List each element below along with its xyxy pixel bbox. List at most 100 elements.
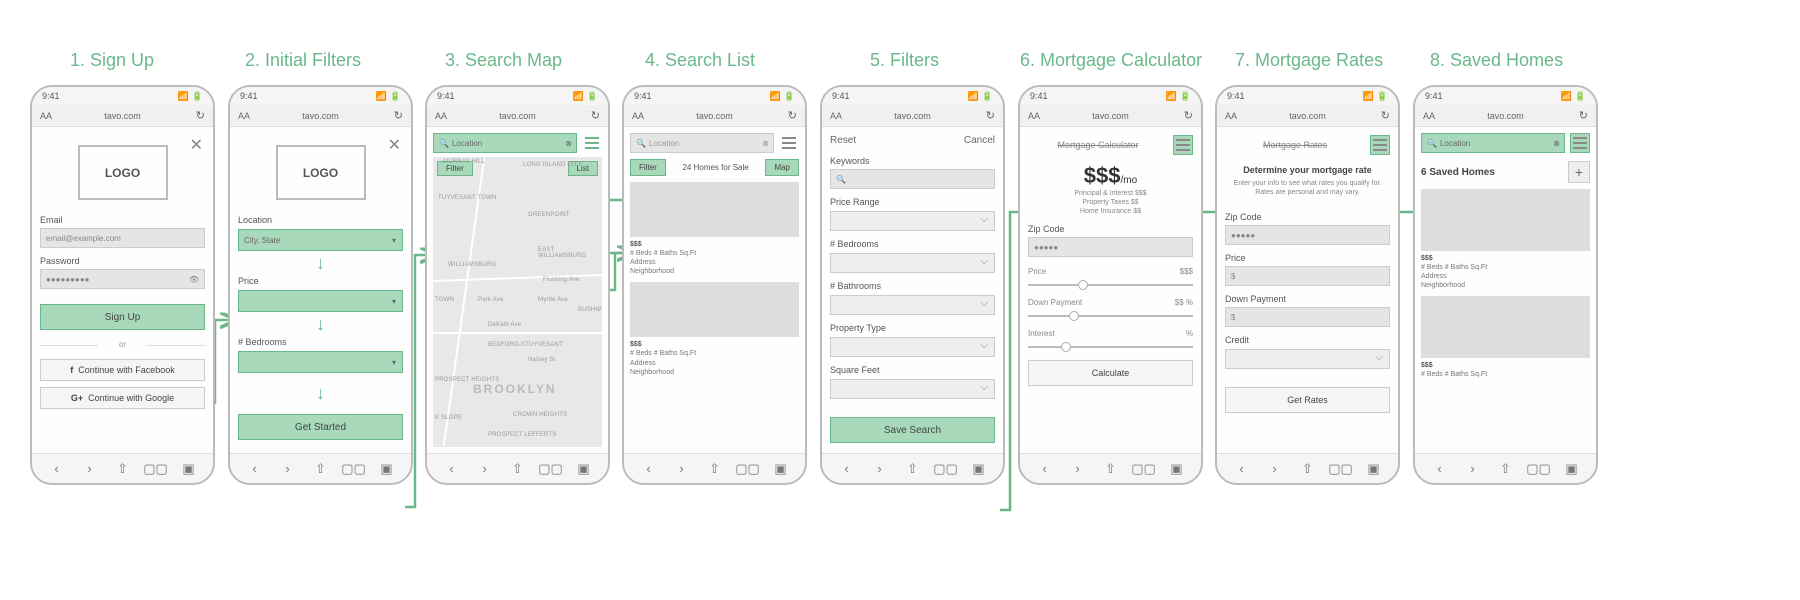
password-field[interactable]: ●●●●●●●●● 👁 bbox=[40, 269, 205, 289]
bathrooms-select[interactable] bbox=[830, 295, 995, 315]
clear-icon[interactable]: ⊗ bbox=[762, 139, 769, 148]
share-icon[interactable]: ⇧ bbox=[313, 461, 329, 477]
forward-icon[interactable]: › bbox=[872, 461, 888, 477]
forward-icon[interactable]: › bbox=[674, 461, 690, 477]
get-rates-button[interactable]: Get Rates bbox=[1225, 387, 1390, 413]
forward-icon[interactable]: › bbox=[82, 461, 98, 477]
menu-icon[interactable] bbox=[582, 133, 602, 153]
bookmarks-icon[interactable]: ▢▢ bbox=[1531, 461, 1547, 477]
bookmarks-icon[interactable]: ▢▢ bbox=[740, 461, 756, 477]
square-feet-select[interactable] bbox=[830, 379, 995, 399]
price-field[interactable]: $ bbox=[1225, 266, 1390, 286]
signup-button[interactable]: Sign Up bbox=[40, 304, 205, 330]
listing-card[interactable] bbox=[1421, 189, 1590, 251]
bedrooms-select[interactable] bbox=[830, 253, 995, 273]
menu-icon[interactable] bbox=[1570, 133, 1590, 153]
location-search[interactable]: 🔍Location⊗ bbox=[433, 133, 577, 153]
forward-icon[interactable]: › bbox=[1465, 461, 1481, 477]
clear-icon[interactable]: ⊗ bbox=[565, 139, 572, 148]
back-icon[interactable]: ‹ bbox=[247, 461, 263, 477]
location-search[interactable]: 🔍Location⊗ bbox=[630, 133, 774, 153]
share-icon[interactable]: ⇧ bbox=[1498, 461, 1514, 477]
location-search[interactable]: 🔍Location⊗ bbox=[1421, 133, 1565, 153]
calculate-button[interactable]: Calculate bbox=[1028, 360, 1193, 386]
bookmarks-icon[interactable]: ▢▢ bbox=[543, 461, 559, 477]
refresh-icon[interactable]: ↻ bbox=[1381, 109, 1390, 122]
back-icon[interactable]: ‹ bbox=[641, 461, 657, 477]
map-view[interactable]: Filter List MURRAY HILL LONG ISLAND CITY… bbox=[433, 157, 602, 447]
zip-field[interactable]: ●●●●● bbox=[1028, 237, 1193, 257]
add-button[interactable]: + bbox=[1568, 161, 1590, 183]
cancel-button[interactable]: Cancel bbox=[964, 135, 995, 146]
url-bar[interactable]: AAtavo.com↻ bbox=[230, 105, 411, 127]
tabs-icon[interactable]: ▣ bbox=[181, 461, 197, 477]
url-bar[interactable]: AAtavo.com↻ bbox=[1020, 105, 1201, 127]
share-icon[interactable]: ⇧ bbox=[1103, 461, 1119, 477]
tabs-icon[interactable]: ▣ bbox=[1366, 461, 1382, 477]
back-icon[interactable]: ‹ bbox=[1432, 461, 1448, 477]
bookmarks-icon[interactable]: ▢▢ bbox=[148, 461, 164, 477]
bookmarks-icon[interactable]: ▢▢ bbox=[938, 461, 954, 477]
share-icon[interactable]: ⇧ bbox=[1300, 461, 1316, 477]
interest-slider[interactable] bbox=[1028, 346, 1193, 348]
share-icon[interactable]: ⇧ bbox=[115, 461, 131, 477]
listing-card[interactable] bbox=[630, 282, 799, 337]
url-bar[interactable]: AAtavo.com↻ bbox=[427, 105, 608, 127]
forward-icon[interactable]: › bbox=[477, 461, 493, 477]
get-started-button[interactable]: Get Started bbox=[238, 414, 403, 440]
tabs-icon[interactable]: ▣ bbox=[1564, 461, 1580, 477]
price-range-select[interactable] bbox=[830, 211, 995, 231]
bedrooms-dropdown[interactable] bbox=[238, 351, 403, 373]
back-icon[interactable]: ‹ bbox=[839, 461, 855, 477]
back-icon[interactable]: ‹ bbox=[1234, 461, 1250, 477]
clear-icon[interactable]: ⊗ bbox=[1553, 139, 1560, 148]
menu-icon[interactable] bbox=[1370, 135, 1390, 155]
facebook-button[interactable]: fContinue with Facebook bbox=[40, 359, 205, 381]
listing-card[interactable] bbox=[1421, 296, 1590, 358]
bookmarks-icon[interactable]: ▢▢ bbox=[346, 461, 362, 477]
zip-field[interactable]: ●●●●● bbox=[1225, 225, 1390, 245]
menu-icon[interactable] bbox=[1173, 135, 1193, 155]
keywords-field[interactable]: 🔍 bbox=[830, 169, 995, 189]
close-icon[interactable]: ✕ bbox=[190, 135, 203, 155]
save-search-button[interactable]: Save Search bbox=[830, 417, 995, 443]
property-type-select[interactable] bbox=[830, 337, 995, 357]
back-icon[interactable]: ‹ bbox=[1037, 461, 1053, 477]
location-dropdown[interactable]: City, State bbox=[238, 229, 403, 251]
google-button[interactable]: G+Continue with Google bbox=[40, 387, 205, 409]
url-bar[interactable]: AAtavo.com↻ bbox=[1415, 105, 1596, 127]
back-icon[interactable]: ‹ bbox=[49, 461, 65, 477]
refresh-icon[interactable]: ↻ bbox=[1184, 109, 1193, 122]
down-slider[interactable] bbox=[1028, 315, 1193, 317]
tabs-icon[interactable]: ▣ bbox=[971, 461, 987, 477]
refresh-icon[interactable]: ↻ bbox=[788, 109, 797, 122]
refresh-icon[interactable]: ↻ bbox=[1579, 109, 1588, 122]
price-slider[interactable] bbox=[1028, 284, 1193, 286]
credit-select[interactable] bbox=[1225, 349, 1390, 369]
tabs-icon[interactable]: ▣ bbox=[379, 461, 395, 477]
url-bar[interactable]: AAtavo.com↻ bbox=[1217, 105, 1398, 127]
email-field[interactable]: email@example.com bbox=[40, 228, 205, 248]
price-dropdown[interactable] bbox=[238, 290, 403, 312]
share-icon[interactable]: ⇧ bbox=[510, 461, 526, 477]
tabs-icon[interactable]: ▣ bbox=[773, 461, 789, 477]
bookmarks-icon[interactable]: ▢▢ bbox=[1136, 461, 1152, 477]
bookmarks-icon[interactable]: ▢▢ bbox=[1333, 461, 1349, 477]
forward-icon[interactable]: › bbox=[1267, 461, 1283, 477]
url-bar[interactable]: AAtavo.com↻ bbox=[822, 105, 1003, 127]
back-icon[interactable]: ‹ bbox=[444, 461, 460, 477]
share-icon[interactable]: ⇧ bbox=[707, 461, 723, 477]
filter-chip[interactable]: Filter bbox=[630, 159, 666, 176]
listing-card[interactable] bbox=[630, 182, 799, 237]
refresh-icon[interactable]: ↻ bbox=[986, 109, 995, 122]
eye-icon[interactable]: 👁 bbox=[189, 275, 199, 284]
tabs-icon[interactable]: ▣ bbox=[576, 461, 592, 477]
forward-icon[interactable]: › bbox=[1070, 461, 1086, 477]
refresh-icon[interactable]: ↻ bbox=[196, 109, 205, 122]
reset-button[interactable]: Reset bbox=[830, 135, 856, 146]
url-bar[interactable]: AA tavo.com ↻ bbox=[32, 105, 213, 127]
menu-icon[interactable] bbox=[779, 133, 799, 153]
forward-icon[interactable]: › bbox=[280, 461, 296, 477]
tabs-icon[interactable]: ▣ bbox=[1169, 461, 1185, 477]
url-bar[interactable]: AAtavo.com↻ bbox=[624, 105, 805, 127]
